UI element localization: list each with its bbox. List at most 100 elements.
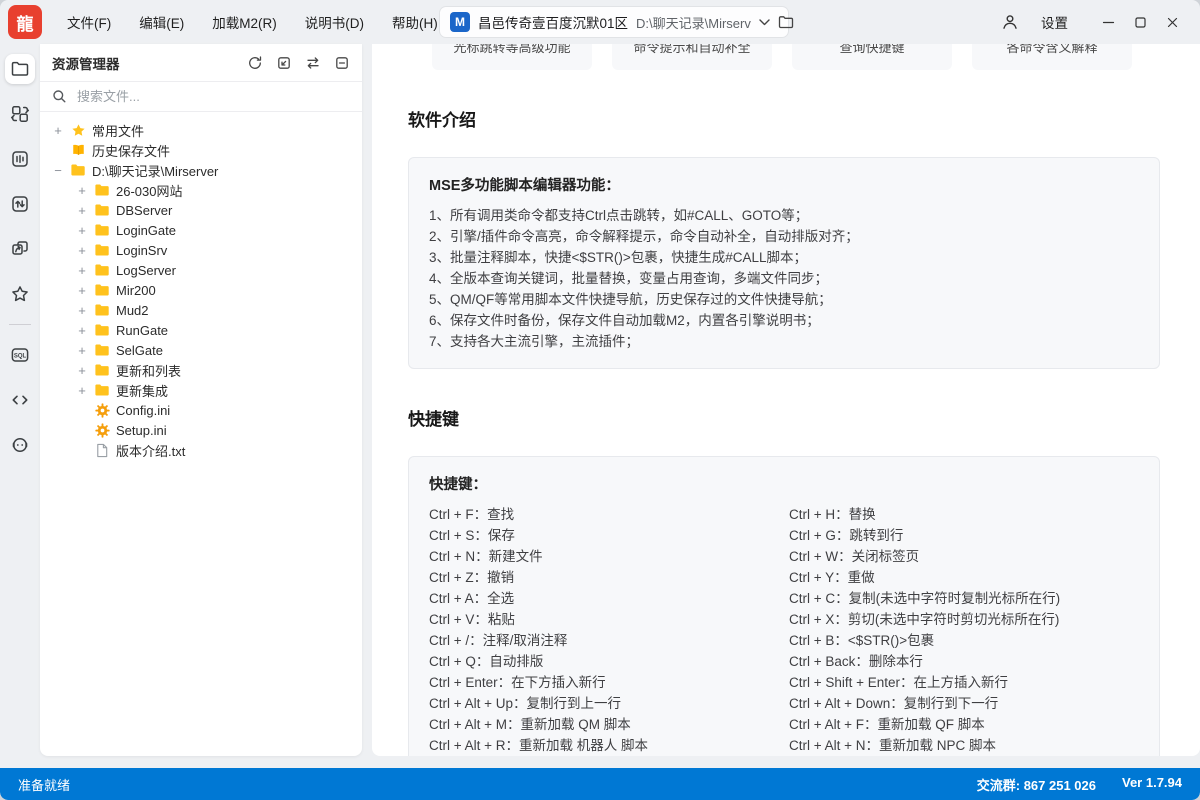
menu-item[interactable]: 文件(F) — [56, 8, 122, 36]
folder-icon — [94, 302, 110, 318]
shortcut-item: Ctrl + Y：重做 — [789, 567, 1139, 588]
tree-item[interactable]: + — [40, 260, 362, 280]
intro-item: 4、全版本查询关键词，批量替换，变量占用查询，多端文件同步； — [429, 268, 1139, 289]
feature-card-label: 各命令含义解释 — [1006, 44, 1097, 70]
minimize-icon[interactable] — [1092, 7, 1124, 37]
swap-icon[interactable] — [305, 55, 321, 71]
replace-sync-icon[interactable] — [5, 99, 35, 129]
feature-card-label: 命令提示和自动补全 — [633, 44, 750, 70]
support-bot-icon[interactable] — [5, 430, 35, 460]
maximize-icon[interactable] — [1124, 7, 1156, 37]
tree-expander[interactable]: + — [76, 364, 88, 377]
transfer-updown-icon[interactable] — [5, 189, 35, 219]
tree-item-label: LoginGate — [116, 223, 176, 238]
version-text: Ver 1.7.94 — [1122, 775, 1182, 794]
sql-icon[interactable]: SQL — [5, 340, 35, 370]
shortcuts-columns: Ctrl + F：查找Ctrl + S：保存Ctrl + N：新建文件Ctrl … — [429, 504, 1139, 756]
tree-item[interactable]: + — [40, 300, 362, 320]
explorer-folder-icon[interactable] — [5, 54, 35, 84]
tree-item-label: Config.ini — [116, 403, 170, 418]
shortcuts-box: 快捷键： Ctrl + F：查找Ctrl + S：保存Ctrl + N：新建文件… — [408, 456, 1160, 756]
app-logo-glyph: 龍 — [17, 10, 34, 35]
favorites-star-icon[interactable] — [5, 279, 35, 309]
tree-expander[interactable]: + — [52, 124, 64, 137]
star-icon — [70, 122, 86, 138]
shortcut-item: Ctrl + Z：撤销 — [429, 567, 779, 588]
shortcut-item: Ctrl + Back：删除本行 — [789, 651, 1139, 672]
share-export-icon[interactable] — [5, 234, 35, 264]
tree-item-label: 历史保存文件 — [92, 141, 170, 160]
gear-file-icon — [94, 402, 110, 418]
chevron-down-icon[interactable] — [759, 19, 770, 26]
folder-icon — [94, 262, 110, 278]
history-book-icon — [70, 142, 86, 158]
feature-card[interactable]: 光标跳转等高级功能 — [432, 44, 592, 70]
close-icon[interactable] — [1156, 7, 1188, 37]
shortcut-item: Ctrl + X：剪切(未选中字符时剪切光标所在行) — [789, 609, 1139, 630]
tree-item[interactable]: + — [40, 360, 362, 380]
titlebar: 龍 文件(F)编辑(E)加载M2(R)说明书(D)帮助(H) M 昌邑传奇壹百度… — [0, 0, 1200, 44]
shortcut-item: Ctrl + Alt + M：重新加载 QM 脚本 — [429, 714, 779, 735]
tree-item[interactable]: Setup.ini — [40, 420, 362, 440]
feature-card[interactable]: 命令提示和自动补全 — [612, 44, 772, 70]
tree-item[interactable]: + — [40, 200, 362, 220]
feature-card[interactable]: 各命令含义解释 — [972, 44, 1132, 70]
feature-card[interactable]: 查询快捷键 — [792, 44, 952, 70]
levels-icon[interactable] — [5, 144, 35, 174]
folder-icon — [94, 342, 110, 358]
tree-item-label: RunGate — [116, 323, 168, 338]
tree-item[interactable]: + — [40, 180, 362, 200]
tree-expander[interactable]: + — [76, 284, 88, 297]
shortcut-item: Ctrl + Alt + Down：复制行到下一行 — [789, 693, 1139, 714]
menu-item[interactable]: 编辑(E) — [128, 8, 195, 36]
status-bar: 准备就绪 交流群: 867 251 026 Ver 1.7.94 — [0, 768, 1200, 800]
code-icon[interactable] — [5, 385, 35, 415]
menu-item[interactable]: 加载M2(R) — [201, 8, 288, 36]
feature-card-label: 查询快捷键 — [839, 44, 904, 70]
tree-item[interactable]: + — [40, 380, 362, 400]
collapse-all-icon[interactable] — [334, 55, 350, 71]
search-input[interactable] — [75, 88, 350, 105]
tree-item[interactable]: − — [40, 160, 362, 180]
tree-expander[interactable]: + — [76, 204, 88, 217]
tree-item[interactable]: + — [40, 220, 362, 240]
menubar: 文件(F)编辑(E)加载M2(R)说明书(D)帮助(H) — [56, 8, 449, 36]
gear-file-icon — [94, 422, 110, 438]
activity-bar: SQL — [0, 44, 40, 756]
tree-item[interactable]: 版本介绍.txt — [40, 440, 362, 460]
tree-item[interactable]: + — [40, 120, 362, 140]
tree-item[interactable]: + — [40, 280, 362, 300]
intro-item: 7、支持各大主流引擎，主流插件； — [429, 331, 1139, 352]
user-icon[interactable] — [1001, 13, 1019, 31]
refresh-icon[interactable] — [247, 55, 263, 71]
tree-expander[interactable]: + — [76, 344, 88, 357]
tree-expander[interactable]: + — [76, 184, 88, 197]
tree-item[interactable]: 历史保存文件 — [40, 140, 362, 160]
tree-expander[interactable]: + — [76, 244, 88, 257]
shortcut-item: Ctrl + N：新建文件 — [429, 546, 779, 567]
intro-box: MSE多功能脚本编辑器功能： 1、所有调用类命令都支持Ctrl点击跳转，如#CA… — [408, 157, 1160, 369]
open-folder-icon[interactable] — [778, 15, 794, 29]
tree-item[interactable]: Config.ini — [40, 400, 362, 420]
menu-item[interactable]: 帮助(H) — [381, 8, 449, 36]
tree-expander[interactable]: + — [76, 304, 88, 317]
tree-expander[interactable]: + — [76, 324, 88, 337]
tree-expander[interactable]: + — [76, 384, 88, 397]
tree-expander[interactable]: + — [76, 224, 88, 237]
tree-item-label: DBServer — [116, 203, 172, 218]
tree-expander[interactable]: − — [52, 164, 64, 177]
settings-button[interactable]: 设置 — [1035, 11, 1074, 33]
tree-item-label: LogServer — [116, 263, 176, 278]
menu-item[interactable]: 说明书(D) — [294, 8, 375, 36]
locate-file-icon[interactable] — [276, 55, 292, 71]
tree-item[interactable]: + — [40, 340, 362, 360]
help-content: 软件介绍 MSE多功能脚本编辑器功能： 1、所有调用类命令都支持Ctrl点击跳转… — [372, 106, 1200, 756]
shortcut-item: Ctrl + G：跳转到行 — [789, 525, 1139, 546]
feature-cards: 光标跳转等高级功能 命令提示和自动补全 查询快捷键 各命令含义解释 — [432, 44, 1200, 70]
tree-expander[interactable]: + — [76, 264, 88, 277]
file-tab[interactable]: M 昌邑传奇壹百度沉默01区 D:\聊天记录\Mirserv — [440, 7, 788, 37]
shortcut-item: Ctrl + Alt + N：重新加载 NPC 脚本 — [789, 735, 1139, 756]
search-bar — [40, 81, 362, 112]
tree-item[interactable]: + — [40, 240, 362, 260]
tree-item[interactable]: + — [40, 320, 362, 340]
